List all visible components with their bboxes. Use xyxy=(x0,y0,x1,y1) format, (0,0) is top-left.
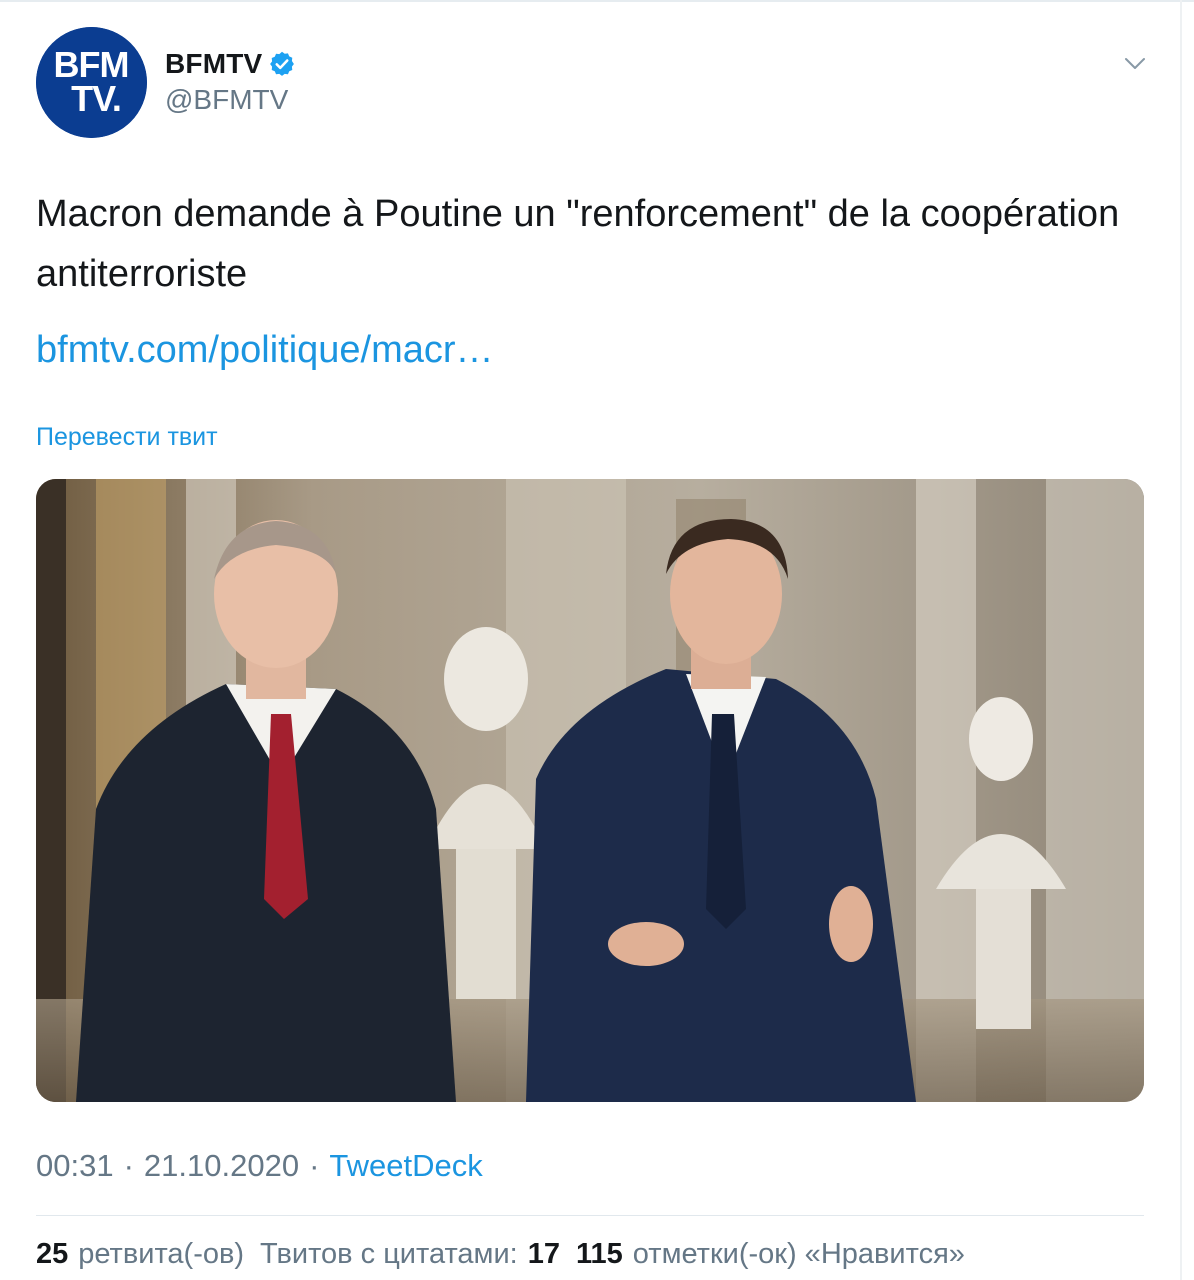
verified-badge-icon xyxy=(268,50,296,78)
author-name-row[interactable]: BFMTV xyxy=(165,44,296,84)
top-divider xyxy=(0,0,1194,2)
meta-separator: · xyxy=(309,1148,320,1183)
display-name[interactable]: BFMTV xyxy=(165,48,262,80)
stats-divider xyxy=(36,1215,1144,1216)
likes-label: отметки(-ок) «Нравится» xyxy=(632,1238,965,1270)
author-handle[interactable]: @BFMTV xyxy=(165,84,288,116)
meta-separator: · xyxy=(123,1148,134,1183)
quotes-count: 17 xyxy=(527,1238,560,1270)
chevron-down-icon[interactable] xyxy=(1122,50,1148,76)
tweet-text: Macron demande à Poutine un "renforcemen… xyxy=(36,193,1120,295)
tweet-source[interactable]: TweetDeck xyxy=(329,1148,482,1184)
tweet-date[interactable]: 21.10.2020 xyxy=(144,1148,299,1184)
tweet-card: BFM TV. BFMTV @BFMTV Macron demande à Po… xyxy=(0,0,1194,1280)
retweets-count: 25 xyxy=(36,1238,69,1270)
likes-count: 115 xyxy=(576,1238,623,1270)
quotes-stat[interactable]: Твитов с цитатами: 17 xyxy=(260,1238,560,1271)
tweet-meta: 00:31 · 21.10.2020 · TweetDeck xyxy=(36,1148,483,1184)
tweet-photo[interactable] xyxy=(36,479,1144,1102)
translate-tweet-link[interactable]: Перевести твит xyxy=(36,423,218,452)
retweets-label: ретвита(-ов) xyxy=(78,1238,245,1270)
tweet-time[interactable]: 00:31 xyxy=(36,1148,114,1184)
right-border xyxy=(1180,0,1182,1280)
retweets-stat[interactable]: 25 ретвита(-ов) xyxy=(36,1238,244,1271)
tweet-stats: 25 ретвита(-ов) Твитов с цитатами: 17 11… xyxy=(36,1238,981,1271)
avatar-logo-line2: TV. xyxy=(71,78,121,119)
tweet-link[interactable]: bfmtv.com/politique/macr… xyxy=(36,322,494,378)
likes-stat[interactable]: 115 отметки(-ок) «Нравится» xyxy=(576,1238,965,1271)
avatar[interactable]: BFM TV. xyxy=(36,27,147,138)
quotes-label: Твитов с цитатами: xyxy=(260,1238,518,1270)
